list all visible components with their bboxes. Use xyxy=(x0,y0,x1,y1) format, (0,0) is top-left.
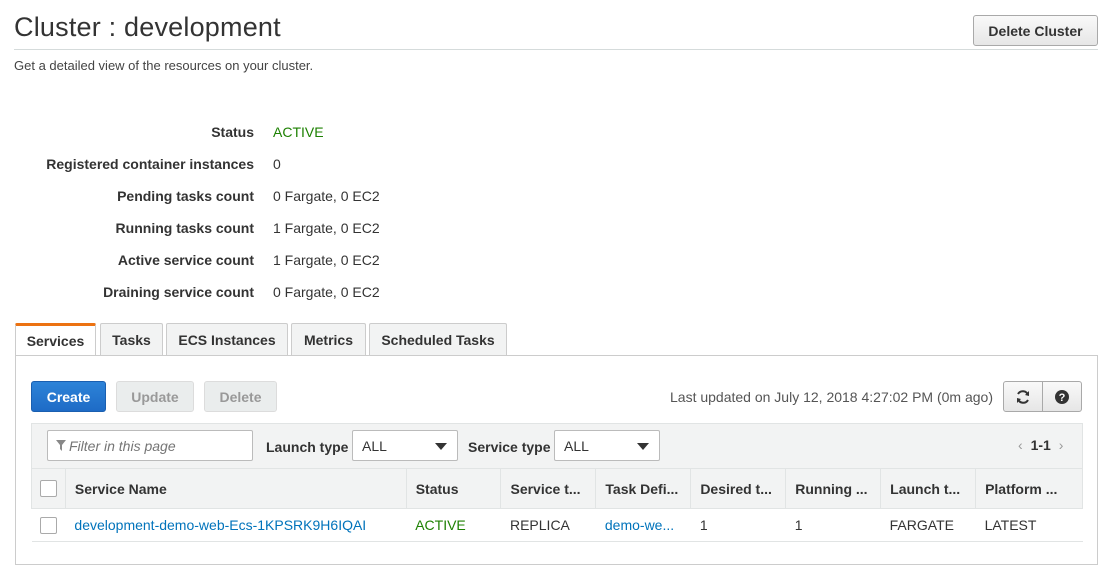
chevron-down-icon xyxy=(637,443,649,450)
page-subtitle: Get a detailed view of the resources on … xyxy=(14,58,314,73)
chevron-down-icon xyxy=(435,443,447,450)
detail-value: 0 xyxy=(273,156,281,172)
detail-value: 0 Fargate, 0 EC2 xyxy=(273,188,380,204)
detail-value: 1 Fargate, 0 EC2 xyxy=(273,252,380,268)
platform-version-cell: LATEST xyxy=(975,508,1083,542)
services-panel: Create Update Delete Last updated on Jul… xyxy=(15,355,1098,565)
service-name-link[interactable]: development-demo-web-Ecs-1KPSRK9H6IQAI xyxy=(74,517,366,533)
detail-label: Status xyxy=(211,124,254,140)
pagination: ‹ 1-1 › xyxy=(1014,437,1067,453)
table-header-row: Service Name Status Service t... Task De… xyxy=(31,468,1083,509)
pager-next-button[interactable]: › xyxy=(1059,437,1064,453)
detail-row-draining-services: Draining service count 0 Fargate, 0 EC2 xyxy=(0,284,500,304)
row-checkbox[interactable] xyxy=(39,516,57,534)
detail-row-running-tasks: Running tasks count 1 Fargate, 0 EC2 xyxy=(0,220,500,240)
filter-icon xyxy=(56,440,66,451)
launch-type-label: Launch type xyxy=(266,439,349,455)
task-definition-link[interactable]: demo-we... xyxy=(605,517,674,533)
detail-label: Running tasks count xyxy=(115,220,254,236)
launch-type-value: ALL xyxy=(362,438,387,454)
launch-type-select[interactable]: ALL xyxy=(352,430,458,461)
page-title: Cluster : development xyxy=(14,12,281,42)
pager-range: 1-1 xyxy=(1030,437,1051,453)
tab-metrics[interactable]: Metrics xyxy=(291,323,366,356)
refresh-icon xyxy=(1017,389,1029,404)
title-divider xyxy=(14,49,1098,50)
launch-type-cell: FARGATE xyxy=(880,508,976,542)
column-header-status[interactable]: Status xyxy=(405,468,502,509)
detail-label: Draining service count xyxy=(103,284,254,300)
tab-tasks[interactable]: Tasks xyxy=(100,323,163,356)
row-select-cell xyxy=(31,508,66,542)
column-header-task-definition[interactable]: Task Defi... xyxy=(595,468,692,509)
delete-button[interactable]: Delete xyxy=(204,381,277,412)
detail-row-active-services: Active service count 1 Fargate, 0 EC2 xyxy=(0,252,500,272)
filter-bar: Launch type ALL Service type ALL ‹ 1-1 › xyxy=(31,423,1083,468)
column-header-running-tasks[interactable]: Running ... xyxy=(785,468,882,509)
help-icon: ? xyxy=(1055,389,1069,404)
services-table: Service Name Status Service t... Task De… xyxy=(31,468,1083,542)
detail-label: Pending tasks count xyxy=(117,188,254,204)
search-input[interactable] xyxy=(47,430,253,461)
column-header-service-name[interactable]: Service Name xyxy=(64,468,407,509)
select-all-checkbox[interactable] xyxy=(39,480,57,498)
tab-ecs-instances[interactable]: ECS Instances xyxy=(166,323,288,356)
svg-text:?: ? xyxy=(1059,392,1066,404)
running-tasks-cell: 1 xyxy=(785,508,881,542)
tab-scheduled-tasks[interactable]: Scheduled Tasks xyxy=(369,323,507,356)
detail-value: 1 Fargate, 0 EC2 xyxy=(273,220,380,236)
task-definition-cell: demo-we... xyxy=(595,508,691,542)
status-cell: ACTIVE xyxy=(406,508,501,542)
service-type-value: ALL xyxy=(564,438,589,454)
refresh-button[interactable] xyxy=(1003,381,1043,412)
create-button[interactable]: Create xyxy=(31,381,106,412)
detail-label: Active service count xyxy=(117,252,254,268)
detail-value: 0 Fargate, 0 EC2 xyxy=(273,284,380,300)
service-type-select[interactable]: ALL xyxy=(554,430,660,461)
table-row: development-demo-web-Ecs-1KPSRK9H6IQAI A… xyxy=(31,508,1083,542)
help-button[interactable]: ? xyxy=(1042,381,1082,412)
column-header-service-type[interactable]: Service t... xyxy=(500,468,597,509)
delete-cluster-button[interactable]: Delete Cluster xyxy=(973,15,1098,46)
column-header-platform-version[interactable]: Platform ... xyxy=(975,468,1083,509)
last-updated-text: Last updated on July 12, 2018 4:27:02 PM… xyxy=(670,389,993,405)
pager-prev-button[interactable]: ‹ xyxy=(1018,437,1023,453)
desired-tasks-cell: 1 xyxy=(690,508,786,542)
update-button[interactable]: Update xyxy=(116,381,194,412)
service-name-cell: development-demo-web-Ecs-1KPSRK9H6IQAI xyxy=(65,508,407,542)
detail-row-status: Status ACTIVE xyxy=(0,124,500,144)
column-header-launch-type[interactable]: Launch t... xyxy=(880,468,977,509)
service-type-label: Service type xyxy=(468,439,551,455)
detail-row-pending-tasks: Pending tasks count 0 Fargate, 0 EC2 xyxy=(0,188,500,208)
select-all-cell xyxy=(31,468,66,509)
tab-services[interactable]: Services xyxy=(15,323,96,357)
service-type-cell: REPLICA xyxy=(500,508,596,542)
detail-row-registered-instances: Registered container instances 0 xyxy=(0,156,500,176)
status-value: ACTIVE xyxy=(273,124,324,140)
column-header-desired-tasks[interactable]: Desired t... xyxy=(690,468,787,509)
detail-label: Registered container instances xyxy=(46,156,254,172)
